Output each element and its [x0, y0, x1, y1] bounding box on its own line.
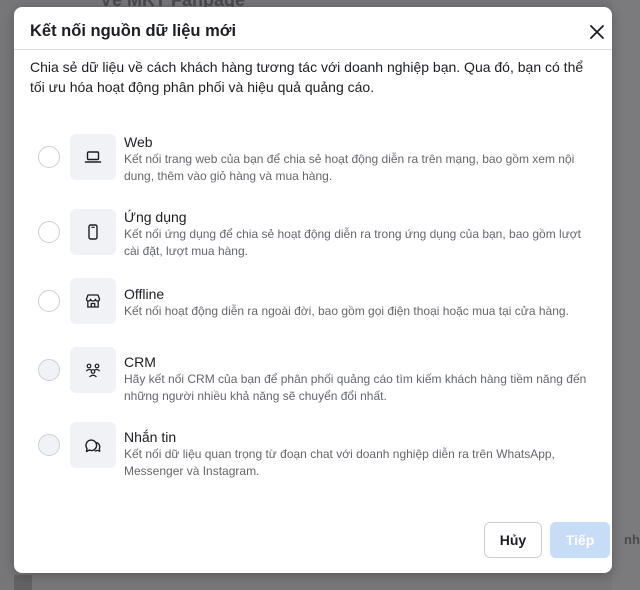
option-crm[interactable]: CRM Hãy kết nối CRM của bạn để phân phối…	[14, 342, 612, 403]
background-edge-text: nhà	[624, 532, 640, 547]
background-side-panel	[612, 0, 640, 590]
cancel-button[interactable]: Hủy	[484, 522, 542, 558]
option-icon-box	[70, 134, 116, 180]
option-title: Offline	[124, 286, 165, 302]
close-button[interactable]	[585, 20, 609, 44]
radio-messaging[interactable]	[38, 434, 60, 456]
radio-app[interactable]	[38, 221, 60, 243]
radio-offline[interactable]	[38, 290, 60, 312]
option-app[interactable]: Ứng dụng Kết nối ứng dụng để chia sẻ hoạ…	[14, 202, 612, 262]
dialog-description: Chia sẻ dữ liệu về cách khách hàng tương…	[30, 59, 584, 95]
people-icon	[85, 363, 101, 378]
chat-icon	[85, 439, 101, 453]
laptop-icon	[84, 151, 102, 163]
store-icon	[85, 294, 101, 308]
background-scroll-stub	[14, 575, 32, 590]
radio-crm[interactable]	[38, 359, 60, 381]
dialog-title: Kết nối nguồn dữ liệu mới	[30, 22, 237, 40]
option-title: Ứng dụng	[124, 209, 187, 225]
option-messaging[interactable]: Nhắn tin Kết nối dữ liệu quan trọng từ đ…	[14, 417, 612, 478]
radio-web[interactable]	[38, 146, 60, 168]
option-icon-box	[70, 278, 116, 324]
option-title: Nhắn tin	[124, 429, 177, 445]
option-icon-box	[70, 422, 116, 468]
option-title: Web	[124, 134, 153, 150]
option-description: Kết nối trang web của bạn để chia sẻ hoạ…	[124, 152, 575, 183]
option-web[interactable]: Web Kết nối trang web của bạn để chia sẻ…	[14, 127, 612, 187]
close-icon	[590, 25, 604, 39]
header-divider	[14, 49, 612, 50]
option-icon-box	[70, 347, 116, 393]
option-offline[interactable]: Offline Kết nối hoạt động diễn ra ngoài …	[14, 277, 612, 337]
phone-icon	[88, 224, 98, 240]
option-title: CRM	[124, 354, 156, 370]
option-icon-box	[70, 209, 116, 255]
option-description: Hãy kết nối CRM của bạn để phân phối quả…	[124, 372, 587, 403]
option-description: Kết nối ứng dụng để chia sẻ hoạt động di…	[124, 227, 581, 258]
connect-data-source-dialog: Kết nối nguồn dữ liệu mới Chia sẻ dữ liệ…	[14, 7, 612, 573]
option-description: Kết nối dữ liệu quan trọng từ đoạn chat …	[124, 447, 555, 478]
next-button[interactable]: Tiếp	[550, 522, 610, 558]
option-description: Kết nối hoạt động diễn ra ngoài đời, bao…	[124, 304, 569, 318]
